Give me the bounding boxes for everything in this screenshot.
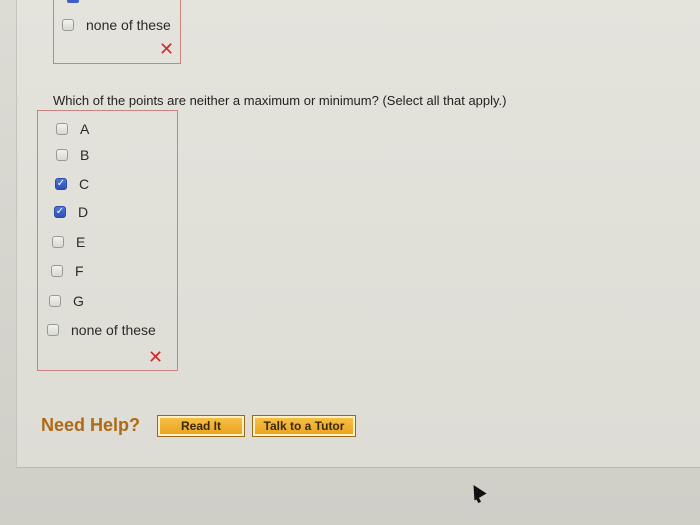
checkbox-c-checked[interactable] bbox=[55, 178, 67, 190]
options-box: A B C D E F G none of these ✕ bbox=[37, 110, 178, 371]
option-label: F bbox=[75, 263, 84, 279]
page: none of these ✕ Which of the points are … bbox=[0, 0, 700, 525]
option-label: B bbox=[80, 147, 90, 163]
option-label: E bbox=[76, 234, 86, 250]
checkbox-d-checked[interactable] bbox=[54, 206, 66, 218]
option-label: none of these bbox=[86, 17, 171, 33]
checkbox-b[interactable] bbox=[56, 149, 68, 161]
option-e[interactable]: E bbox=[52, 234, 85, 250]
checkbox-none[interactable] bbox=[47, 324, 59, 336]
checkbox-a[interactable] bbox=[56, 123, 68, 135]
option-f[interactable]: F bbox=[51, 263, 84, 279]
option-label: C bbox=[79, 176, 90, 192]
option-b[interactable]: B bbox=[56, 147, 89, 163]
checkbox[interactable] bbox=[62, 19, 74, 31]
read-it-button[interactable]: Read It bbox=[157, 415, 245, 437]
option-label: none of these bbox=[71, 322, 156, 338]
option-label: G bbox=[73, 293, 84, 309]
incorrect-x-icon: ✕ bbox=[148, 347, 164, 368]
incorrect-x-icon: ✕ bbox=[159, 39, 175, 60]
checked-checkbox-partial[interactable] bbox=[67, 0, 79, 3]
question-text: Which of the points are neither a maximu… bbox=[53, 93, 507, 108]
option-c[interactable]: C bbox=[55, 176, 89, 192]
checkbox-g[interactable] bbox=[49, 295, 61, 307]
checkbox-e[interactable] bbox=[52, 236, 64, 248]
talk-to-tutor-button[interactable]: Talk to a Tutor bbox=[252, 415, 356, 437]
option-d[interactable]: D bbox=[54, 204, 88, 220]
option-label: D bbox=[78, 204, 89, 220]
need-help-label: Need Help? bbox=[41, 415, 141, 435]
option-g[interactable]: G bbox=[49, 293, 84, 309]
previous-answer-box: none of these ✕ bbox=[53, 0, 181, 64]
option-label: A bbox=[80, 121, 90, 137]
option-none[interactable]: none of these bbox=[47, 322, 156, 338]
option-a[interactable]: A bbox=[56, 121, 89, 137]
checkbox-f[interactable] bbox=[51, 265, 63, 277]
previous-option-none[interactable]: none of these bbox=[62, 17, 171, 33]
